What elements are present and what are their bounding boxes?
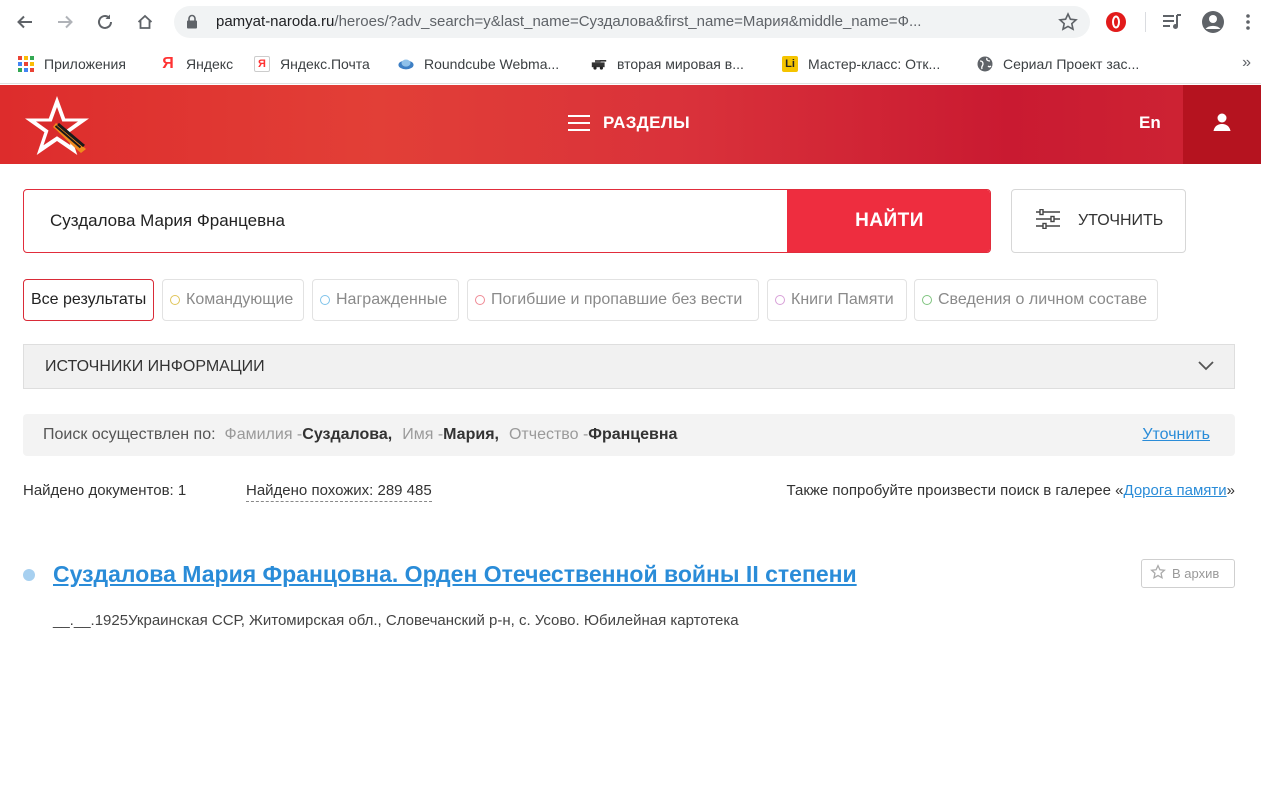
roundcube-icon (398, 56, 414, 72)
found-documents-count: Найдено документов: 1 (23, 482, 187, 499)
browser-toolbar: pamyat-naroda.ru/heroes/?adv_search=y&la… (0, 0, 1261, 44)
tab-label: Сведения о личном составе (938, 291, 1148, 308)
green-dot-icon (922, 295, 932, 305)
bookmark-label: Roundcube Webma... (424, 56, 560, 72)
tab-label: Книги Памяти (791, 291, 894, 308)
bookmark-master-class[interactable]: Li Мастер-класс: Отк... (782, 44, 940, 84)
yandex-mail-icon: Я (254, 56, 270, 72)
bookmark-label: Сериал Проект зас... (1003, 56, 1140, 72)
back-icon[interactable] (11, 8, 39, 36)
sources-accordion-label: ИСТОЧНИКИ ИНФОРМАЦИИ (45, 357, 265, 375)
user-icon (1212, 112, 1232, 137)
refine-search-button[interactable]: УТОЧНИТЬ (1011, 189, 1186, 253)
reload-icon[interactable] (91, 8, 119, 36)
road-of-memory-link[interactable]: Дорога памяти (1124, 482, 1227, 499)
tab-label: Награжденные (336, 291, 448, 308)
tab-label: Погибшие и пропавшие без вести (491, 291, 743, 308)
globe-icon (977, 56, 993, 72)
summary-first-name-value: Мария, (443, 426, 499, 443)
violet-dot-icon (775, 295, 785, 305)
bookmark-star-icon[interactable] (1058, 12, 1078, 37)
found-similar-link[interactable]: Найдено похожих: 289 485 (246, 482, 432, 502)
sections-menu-button[interactable]: РАЗДЕЛЫ (568, 113, 690, 133)
gallery-suffix: » (1226, 482, 1235, 499)
profile-avatar-icon[interactable] (1199, 8, 1227, 36)
result-counts: Найдено документов: 1 Найдено похожих: 2… (23, 482, 1235, 504)
tab-commanders[interactable]: Командующие (162, 279, 304, 321)
bookmark-yandex-mail[interactable]: Я Яндекс.Почта (254, 44, 370, 84)
result-title-link[interactable]: Суздалова Мария Францовна. Орден Отечест… (53, 561, 857, 588)
yellow-dot-icon (170, 295, 180, 305)
media-queue-icon[interactable] (1158, 8, 1186, 36)
sections-menu-label: РАЗДЕЛЫ (603, 113, 690, 132)
address-url: pamyat-naroda.ru/heroes/?adv_search=y&la… (216, 6, 1036, 38)
language-switch[interactable]: En (1139, 113, 1161, 133)
bookmark-label: Мастер-класс: Отк... (808, 56, 941, 72)
hamburger-icon (568, 115, 590, 131)
forward-icon[interactable] (51, 8, 79, 36)
apps-grid-icon (18, 56, 34, 72)
refine-search-label: УТОЧНИТЬ (1078, 212, 1164, 229)
result-bullet-icon (23, 569, 35, 581)
sources-accordion[interactable]: ИСТОЧНИКИ ИНФОРМАЦИИ (23, 344, 1235, 389)
gallery-suggestion: Также попробуйте произвести поиск в гале… (786, 482, 1235, 499)
opera-extension-icon[interactable] (1102, 8, 1130, 36)
bookmark-yandex[interactable]: Я Яндекс (160, 44, 233, 84)
summary-last-name-label: Фамилия - (224, 426, 303, 443)
bookmark-label: Приложения (44, 56, 126, 72)
result-description: __.__.1925Украинская ССР, Житомирская об… (53, 612, 739, 629)
site-logo-star-icon[interactable] (22, 93, 92, 157)
tab-memory-books[interactable]: Книги Памяти (767, 279, 907, 321)
liveinternet-icon: Li (782, 56, 798, 72)
summary-first-name-label: Имя - (402, 426, 444, 443)
bookmark-label: вторая мировая в... (617, 56, 744, 72)
tab-all-results[interactable]: Все результаты (23, 279, 154, 321)
bookmarks-bar: Приложения Я Яндекс Я Яндекс.Почта Round… (0, 44, 1261, 84)
filter-sliders-icon (1036, 208, 1060, 234)
add-to-archive-button[interactable]: В архив (1141, 559, 1235, 588)
bookmark-apps[interactable]: Приложения (18, 44, 126, 84)
archive-label: В архив (1172, 566, 1220, 581)
bookmark-label: Яндекс.Почта (280, 56, 370, 72)
search-form: НАЙТИ (23, 189, 991, 253)
tab-awarded[interactable]: Награжденные (312, 279, 459, 321)
gallery-prefix: Также попробуйте произвести поиск в гале… (786, 482, 1124, 499)
site-header: РАЗДЕЛЫ En (0, 85, 1261, 164)
tab-personnel-info[interactable]: Сведения о личном составе (914, 279, 1158, 321)
tab-label: Командующие (186, 291, 294, 308)
summary-middle-name-label: Отчество - (508, 426, 589, 443)
tab-label: Все результаты (31, 291, 147, 308)
summary-middle-name-value: Францевна (588, 426, 678, 443)
toolbar-divider (1145, 12, 1146, 32)
search-input[interactable] (24, 190, 787, 252)
search-summary: Поиск осуществлен по: Фамилия - Суздалов… (23, 414, 1235, 456)
chevron-down-icon (1198, 358, 1214, 376)
summary-lead: Поиск осуществлен по: (43, 426, 216, 443)
star-outline-icon (1150, 564, 1166, 583)
blue-dot-icon (320, 295, 330, 305)
pink-dot-icon (475, 295, 485, 305)
lock-icon (186, 14, 198, 34)
address-bar[interactable]: pamyat-naroda.ru/heroes/?adv_search=y&la… (174, 6, 1090, 38)
home-icon[interactable] (131, 8, 159, 36)
search-button[interactable]: НАЙТИ (787, 190, 990, 252)
ww2-icon (591, 56, 607, 72)
bookmark-ww2[interactable]: вторая мировая в... (591, 44, 744, 84)
user-account-button[interactable] (1183, 85, 1261, 164)
url-host: pamyat-naroda.ru (216, 13, 335, 30)
bookmark-label: Яндекс (186, 56, 234, 72)
summary-last-name-value: Суздалова, (302, 426, 393, 443)
browser-menu-icon[interactable] (1238, 8, 1258, 36)
bookmark-roundcube[interactable]: Roundcube Webma... (398, 44, 559, 84)
refine-link[interactable]: Уточнить (1142, 426, 1210, 444)
yandex-icon: Я (162, 55, 174, 72)
url-path: /heroes/?adv_search=y&last_name=Суздалов… (334, 13, 922, 30)
bookmarks-overflow-icon[interactable]: » (1242, 54, 1251, 72)
bookmark-serial[interactable]: Сериал Проект зас... (977, 44, 1139, 84)
tab-killed-missing[interactable]: Погибшие и пропавшие без вести (467, 279, 759, 321)
